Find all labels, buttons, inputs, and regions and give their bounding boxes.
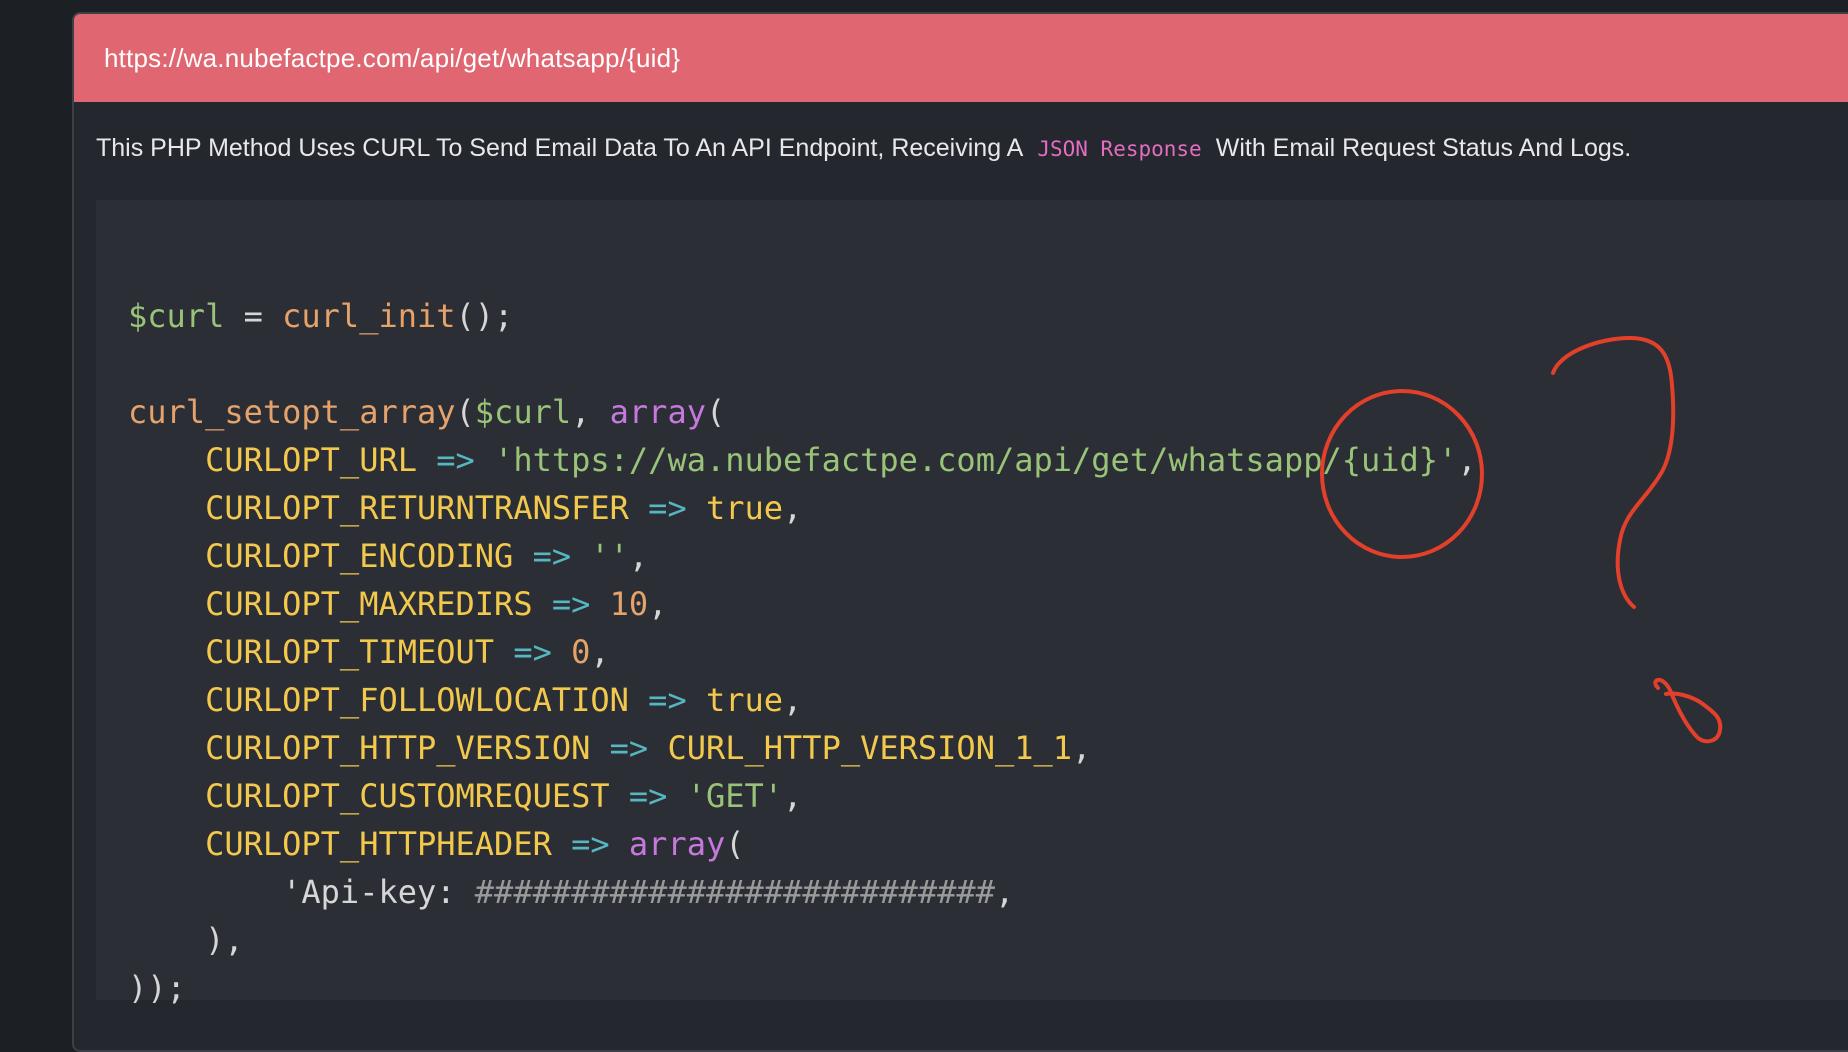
code-option-line: CURLOPT_FOLLOWLOCATION => true, (205, 681, 803, 719)
endpoint-url-header: https://wa.nubefactpe.com/api/get/whatsa… (74, 14, 1848, 102)
code-block[interactable]: $curl = curl_init(); curl_setopt_array($… (96, 200, 1848, 1007)
code-content: $curl = curl_init(); curl_setopt_array($… (128, 292, 1477, 1012)
code-close-outer: )); (128, 969, 186, 1007)
description-text-after: With Email Request Status And Logs. (1215, 134, 1632, 162)
code-option-line: CURLOPT_HTTP_VERSION => CURL_HTTP_VERSIO… (205, 729, 1092, 767)
code-api-key-line: 'Api-key: ###########################, (282, 873, 1015, 911)
code-header-line: CURLOPT_HTTPHEADER => array( (205, 825, 745, 863)
endpoint-description: This PHP Method Uses CURL To Send Email … (96, 134, 1631, 163)
description-inline-code: JSON Response (1037, 136, 1202, 161)
code-line-setopt: curl_setopt_array($curl, array( (128, 393, 726, 431)
endpoint-url[interactable]: https://wa.nubefactpe.com/api/get/whatsa… (104, 43, 680, 74)
code-option-line: CURLOPT_URL => 'https://wa.nubefactpe.co… (205, 441, 1477, 479)
code-option-line: CURLOPT_TIMEOUT => 0, (205, 633, 610, 671)
code-option-line: CURLOPT_ENCODING => '', (205, 537, 649, 575)
code-line-1: $curl = curl_init(); (128, 297, 514, 335)
code-option-line: CURLOPT_RETURNTRANSFER => true, (205, 489, 803, 527)
description-text-before: This PHP Method Uses CURL To Send Email … (96, 134, 1024, 162)
code-option-line: CURLOPT_MAXREDIRS => 10, (205, 585, 668, 623)
api-endpoint-card: https://wa.nubefactpe.com/api/get/whatsa… (72, 12, 1848, 1052)
code-option-line: CURLOPT_CUSTOMREQUEST => 'GET', (205, 777, 803, 815)
code-close-inner: ), (205, 921, 244, 959)
